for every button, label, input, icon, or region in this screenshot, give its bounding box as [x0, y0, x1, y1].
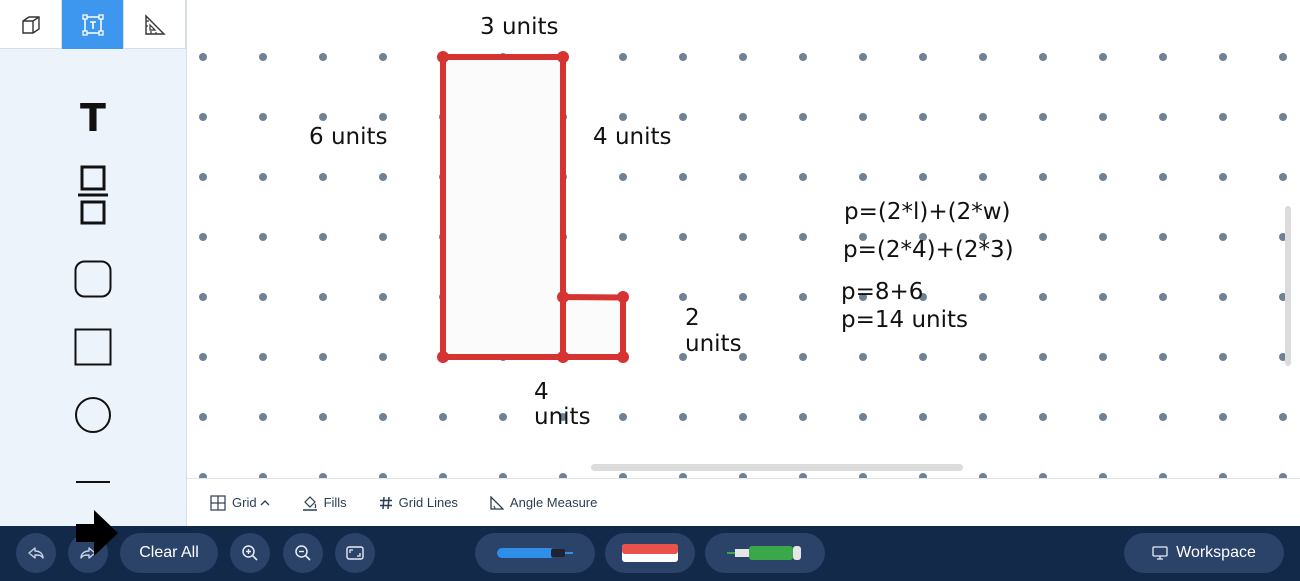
grid-lines-label: Grid Lines [398, 495, 458, 510]
grid-label: Grid [232, 495, 257, 510]
clear-all-button[interactable]: Clear All [120, 533, 218, 573]
label-bottom-2[interactable]: units [534, 404, 591, 430]
shape-layer [437, 51, 629, 363]
line-tool[interactable] [73, 474, 113, 490]
work-line-4[interactable]: p=14 units [841, 307, 968, 333]
fraction-icon [78, 165, 108, 225]
text-tool-icon: T [80, 96, 106, 140]
grid-lines-toggle[interactable]: Grid Lines [379, 491, 458, 515]
work-line-2[interactable]: p=(2*4)+(2*3) [843, 237, 1014, 263]
circle-tool[interactable] [73, 396, 113, 434]
label-bottom-1[interactable]: 4 [534, 379, 549, 405]
vertex-handle[interactable] [437, 51, 449, 63]
hash-icon [379, 496, 392, 509]
undo-icon [28, 547, 44, 559]
label-small-side-2[interactable]: units [685, 331, 742, 357]
label-left[interactable]: 6 units [309, 124, 388, 150]
eraser-button[interactable] [605, 533, 695, 573]
vertex-handle[interactable] [617, 291, 629, 303]
workspace-label: Workspace [1176, 544, 1256, 561]
zoom-out-button[interactable] [283, 533, 323, 573]
square-icon [74, 328, 112, 366]
vertex-handle[interactable] [617, 351, 629, 363]
shape-palette: T [0, 0, 187, 526]
zoom-out-icon [295, 545, 311, 561]
vertex-handle[interactable] [557, 351, 569, 363]
grid-icon [210, 494, 226, 511]
circle-icon [75, 397, 111, 433]
app-root: T 3 units 6 units 4 units 2 units 4 unit… [0, 0, 1300, 581]
text-box-icon [81, 13, 104, 36]
angle-measure-toggle[interactable]: Angle Measure [490, 491, 597, 515]
zoom-in-button[interactable] [230, 533, 270, 573]
square-tool[interactable] [73, 328, 113, 366]
chevron-up-icon [260, 499, 270, 505]
options-bar: Grid Fills Grid Lines Angle Measure [187, 478, 1300, 526]
bottom-toolbar: Clear All Workspace [0, 526, 1300, 581]
text-tool[interactable]: T [73, 96, 113, 140]
mode-tabs [0, 0, 186, 49]
green-marker-button[interactable] [705, 533, 825, 573]
zoom-in-icon [242, 545, 258, 561]
clear-all-label: Clear All [139, 544, 199, 561]
angle-measure-label: Angle Measure [509, 495, 598, 510]
geoboard-canvas[interactable]: 3 units 6 units 4 units 2 units 4 units … [187, 0, 1300, 478]
green-marker-icon [727, 546, 801, 560]
blue-marker-button[interactable] [475, 533, 595, 573]
grid-dropdown[interactable]: Grid [210, 491, 270, 515]
fit-screen-icon [346, 546, 364, 560]
workspace-button[interactable]: Workspace [1124, 533, 1284, 573]
vertical-scrollbar[interactable] [1285, 206, 1291, 366]
set-square-ruler-icon [144, 13, 166, 35]
fit-screen-button[interactable] [335, 533, 375, 573]
fills-label: Fills [323, 495, 347, 510]
work-line-1[interactable]: p=(2*l)+(2*w) [844, 199, 1011, 225]
work-line-3[interactable]: p=8+6 [841, 279, 923, 305]
tab-measure[interactable] [124, 0, 186, 49]
label-small-side-1[interactable]: 2 [685, 305, 700, 331]
eraser-icon [622, 544, 678, 562]
undo-button[interactable] [16, 533, 56, 573]
label-right[interactable]: 4 units [593, 124, 672, 150]
vertex-handle[interactable] [557, 291, 569, 303]
horizontal-scrollbar[interactable] [591, 464, 963, 471]
fills-toggle[interactable]: Fills [302, 491, 347, 515]
line-icon [76, 481, 110, 483]
tab-3d[interactable] [0, 0, 62, 49]
tab-text[interactable] [62, 0, 124, 49]
blue-marker-icon [497, 548, 573, 558]
vertex-handle[interactable] [557, 51, 569, 63]
paint-bucket-icon [302, 495, 317, 511]
fraction-tool[interactable] [73, 164, 113, 226]
angle-icon [490, 495, 504, 510]
rounded-square-tool[interactable] [73, 260, 113, 298]
rounded-square-icon [74, 260, 112, 298]
label-top[interactable]: 3 units [480, 14, 559, 40]
vertex-handle[interactable] [437, 351, 449, 363]
cube-icon [21, 15, 40, 34]
pointer-arrow-icon [76, 510, 118, 556]
l-shape-fill [443, 57, 623, 357]
monitor-icon [1152, 546, 1168, 560]
